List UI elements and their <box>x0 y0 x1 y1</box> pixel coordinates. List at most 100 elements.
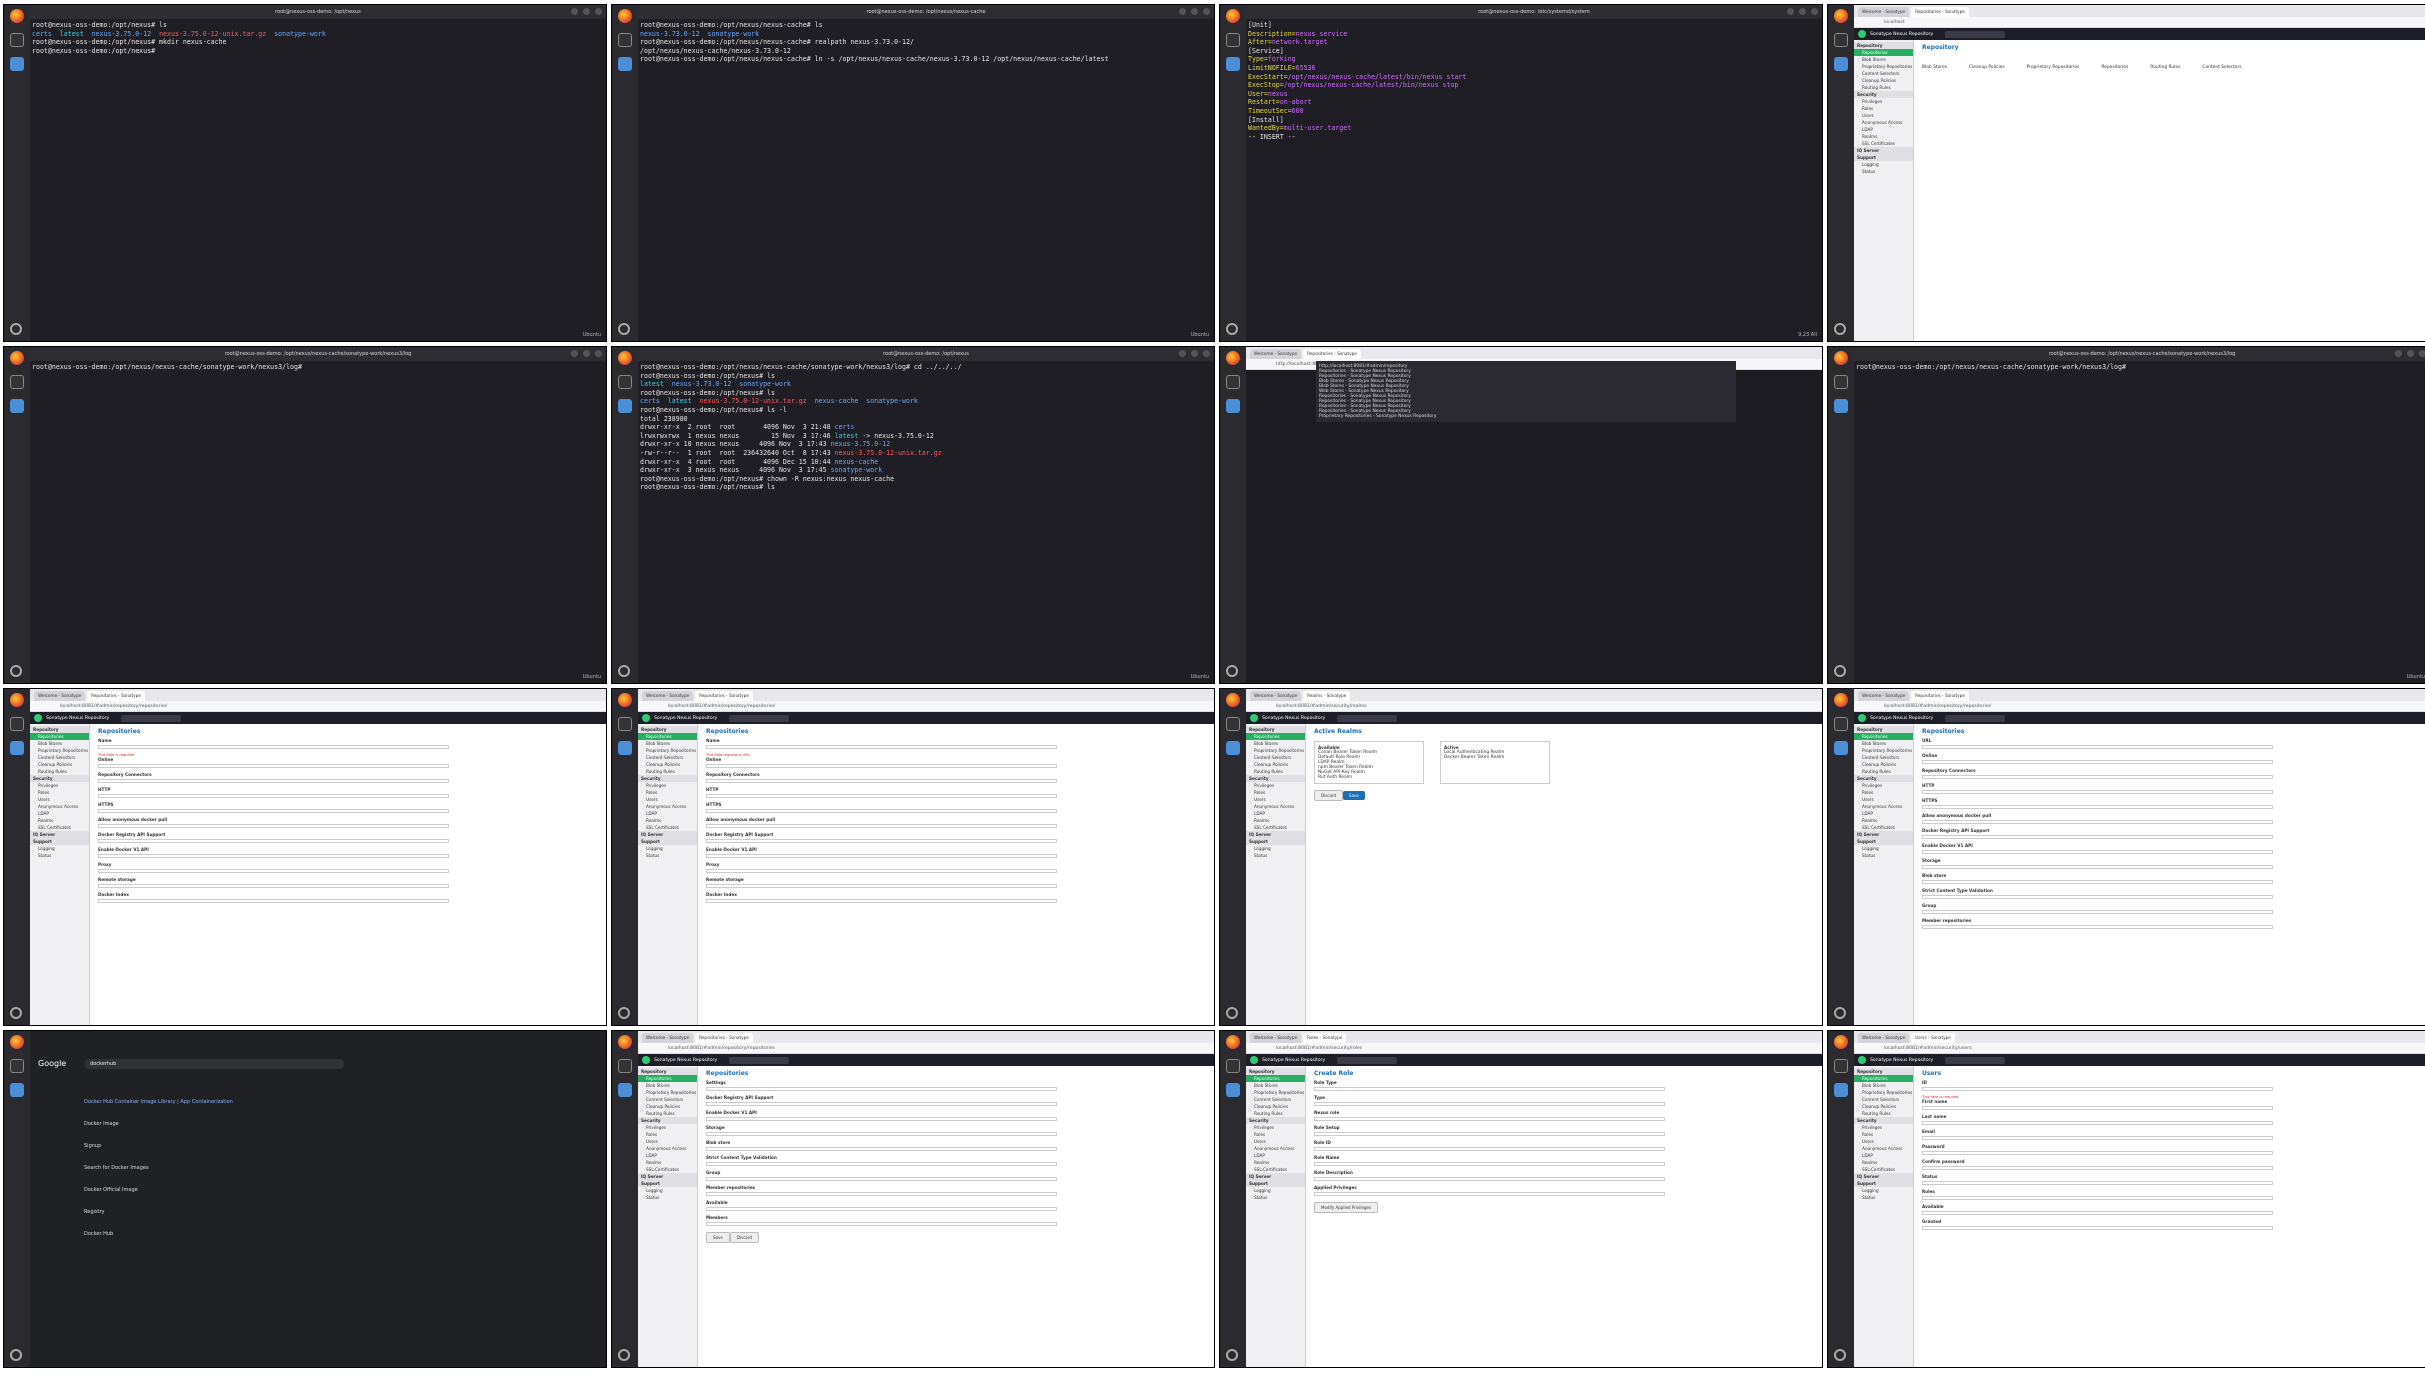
field-input[interactable] <box>1314 1162 1666 1166</box>
save-button[interactable]: Save <box>1343 791 1365 800</box>
sidebar-item[interactable]: Support <box>638 1180 697 1187</box>
files-icon[interactable] <box>1834 399 1848 413</box>
realm-item[interactable]: Docker Bearer Token Realm <box>1444 755 1546 760</box>
apps-grid-icon[interactable] <box>1834 1007 1846 1019</box>
sidebar-item[interactable]: Cleanup Policies <box>1854 1103 1913 1110</box>
sidebar-item[interactable]: Privileges <box>1854 98 1913 105</box>
firefox-icon[interactable] <box>618 1035 632 1049</box>
field-input[interactable] <box>98 745 450 749</box>
sidebar-item[interactable]: Anonymous Access <box>30 803 89 810</box>
firefox-icon[interactable] <box>618 693 632 707</box>
sidebar-item[interactable]: IQ Server <box>30 831 89 838</box>
tab-active[interactable]: Repositories - Sonatype <box>1303 349 1361 359</box>
terminal-output[interactable]: root@nexus-oss-demo:/opt/nexus/nexus-cac… <box>640 21 1210 337</box>
files-icon[interactable] <box>1226 57 1240 71</box>
sidebar-item[interactable]: Users <box>30 796 89 803</box>
sidebar-item[interactable]: Roles <box>30 789 89 796</box>
field-input[interactable] <box>1922 805 2274 809</box>
terminal-icon[interactable] <box>10 375 24 389</box>
close-icon[interactable] <box>1811 8 1818 15</box>
apps-grid-icon[interactable] <box>618 1007 630 1019</box>
maximize-icon[interactable] <box>1191 350 1198 357</box>
field-input[interactable] <box>98 839 450 843</box>
search-input[interactable] <box>1945 714 2006 722</box>
field-input[interactable] <box>1922 760 2274 764</box>
sidebar-item[interactable]: IQ Server <box>1854 831 1913 838</box>
apps-grid-icon[interactable] <box>1226 323 1238 335</box>
field-input[interactable] <box>98 854 450 858</box>
firefox-icon[interactable] <box>1834 1035 1848 1049</box>
sidebar-item[interactable]: Security <box>1246 1117 1305 1124</box>
sidebar-item[interactable]: SSL Certificates <box>1246 1166 1305 1173</box>
tab-active[interactable]: Repositories - Sonatype <box>1911 7 1969 17</box>
field-input[interactable] <box>1922 820 2274 824</box>
tab-active[interactable]: Repositories - Sonatype <box>695 1033 753 1043</box>
tile[interactable]: Content Selectors <box>2202 65 2241 70</box>
field-input[interactable] <box>1922 1121 2274 1125</box>
minimize-icon[interactable] <box>571 8 578 15</box>
firefox-icon[interactable] <box>10 693 24 707</box>
files-icon[interactable] <box>1834 1083 1848 1097</box>
sidebar-item[interactable]: Proprietary Repositories <box>30 747 89 754</box>
field-input[interactable] <box>98 824 450 828</box>
sidebar-item[interactable]: Routing Rules <box>638 768 697 775</box>
sidebar-item[interactable]: Routing Rules <box>1854 768 1913 775</box>
apps-grid-icon[interactable] <box>10 1349 22 1361</box>
sidebar-item[interactable]: Roles <box>638 789 697 796</box>
sidebar-item[interactable]: Privileges <box>1854 782 1913 789</box>
field-input[interactable] <box>1314 1177 1666 1181</box>
sidebar-item[interactable]: Logging <box>1854 1187 1913 1194</box>
maximize-icon[interactable] <box>1799 8 1806 15</box>
apps-grid-icon[interactable] <box>618 323 630 335</box>
terminal-output[interactable]: root@nexus-oss-demo:/opt/nexus/nexus-cac… <box>1856 363 2425 679</box>
sidebar-item[interactable]: Content Selectors <box>638 1096 697 1103</box>
tab[interactable]: Welcome - Sonatype <box>1250 349 1302 359</box>
search-input[interactable] <box>1945 1056 2006 1064</box>
sidebar-item[interactable]: Proprietary Repositories <box>1854 63 1913 70</box>
close-icon[interactable] <box>2419 350 2425 357</box>
sidebar-item[interactable]: LDAP <box>1854 126 1913 133</box>
sidebar-item[interactable]: Content Selectors <box>1854 754 1913 761</box>
maximize-icon[interactable] <box>1191 8 1198 15</box>
field-input[interactable] <box>1922 910 2274 914</box>
sidebar-item[interactable]: Repository <box>1246 1068 1305 1075</box>
field-input[interactable] <box>706 1102 1058 1106</box>
sidebar-item[interactable]: LDAP <box>1246 1152 1305 1159</box>
field-input[interactable] <box>1922 1151 2274 1155</box>
sidebar-item[interactable]: LDAP <box>30 810 89 817</box>
field-input[interactable] <box>706 1117 1058 1121</box>
files-icon[interactable] <box>1226 399 1240 413</box>
sidebar-item[interactable]: Status <box>1246 852 1305 859</box>
sidebar-item[interactable]: Repositories <box>1854 49 1913 56</box>
tab-active[interactable]: Repositories - Sonatype <box>695 691 753 701</box>
firefox-icon[interactable] <box>1834 351 1848 365</box>
sidebar-item[interactable]: Cleanup Policies <box>638 1103 697 1110</box>
field-input[interactable] <box>1922 775 2274 779</box>
tab[interactable]: Welcome - Sonatype <box>642 1033 694 1043</box>
minimize-icon[interactable] <box>1179 350 1186 357</box>
terminal-icon[interactable] <box>1834 717 1848 731</box>
field-input[interactable] <box>1922 880 2274 884</box>
files-icon[interactable] <box>10 741 24 755</box>
sidebar-item[interactable]: Repositories <box>1854 733 1913 740</box>
field-input[interactable] <box>706 1222 1058 1226</box>
sidebar-item[interactable]: Anonymous Access <box>1854 1145 1913 1152</box>
sidebar-item[interactable]: Roles <box>1246 1131 1305 1138</box>
result-title[interactable]: Docker Official Image <box>84 1179 233 1201</box>
sidebar-item[interactable]: Realms <box>1854 1159 1913 1166</box>
field-input[interactable] <box>706 1207 1058 1211</box>
sidebar-item[interactable]: Users <box>638 796 697 803</box>
field-input[interactable] <box>1922 925 2274 929</box>
field-input[interactable] <box>98 764 450 768</box>
sidebar-item[interactable]: Blob Stores <box>1246 1082 1305 1089</box>
tab[interactable]: Welcome - Sonatype <box>642 691 694 701</box>
terminal-icon[interactable] <box>618 1059 632 1073</box>
field-input[interactable] <box>1922 1166 2274 1170</box>
files-icon[interactable] <box>1226 741 1240 755</box>
tile[interactable]: Repositories <box>2101 65 2128 70</box>
field-input[interactable] <box>1922 745 2274 749</box>
url-bar[interactable]: localhost:8081/#admin/security/users <box>1854 1043 2425 1054</box>
sidebar-item[interactable]: Anonymous Access <box>1854 803 1913 810</box>
files-icon[interactable] <box>618 57 632 71</box>
sidebar-item[interactable]: Repository <box>30 726 89 733</box>
